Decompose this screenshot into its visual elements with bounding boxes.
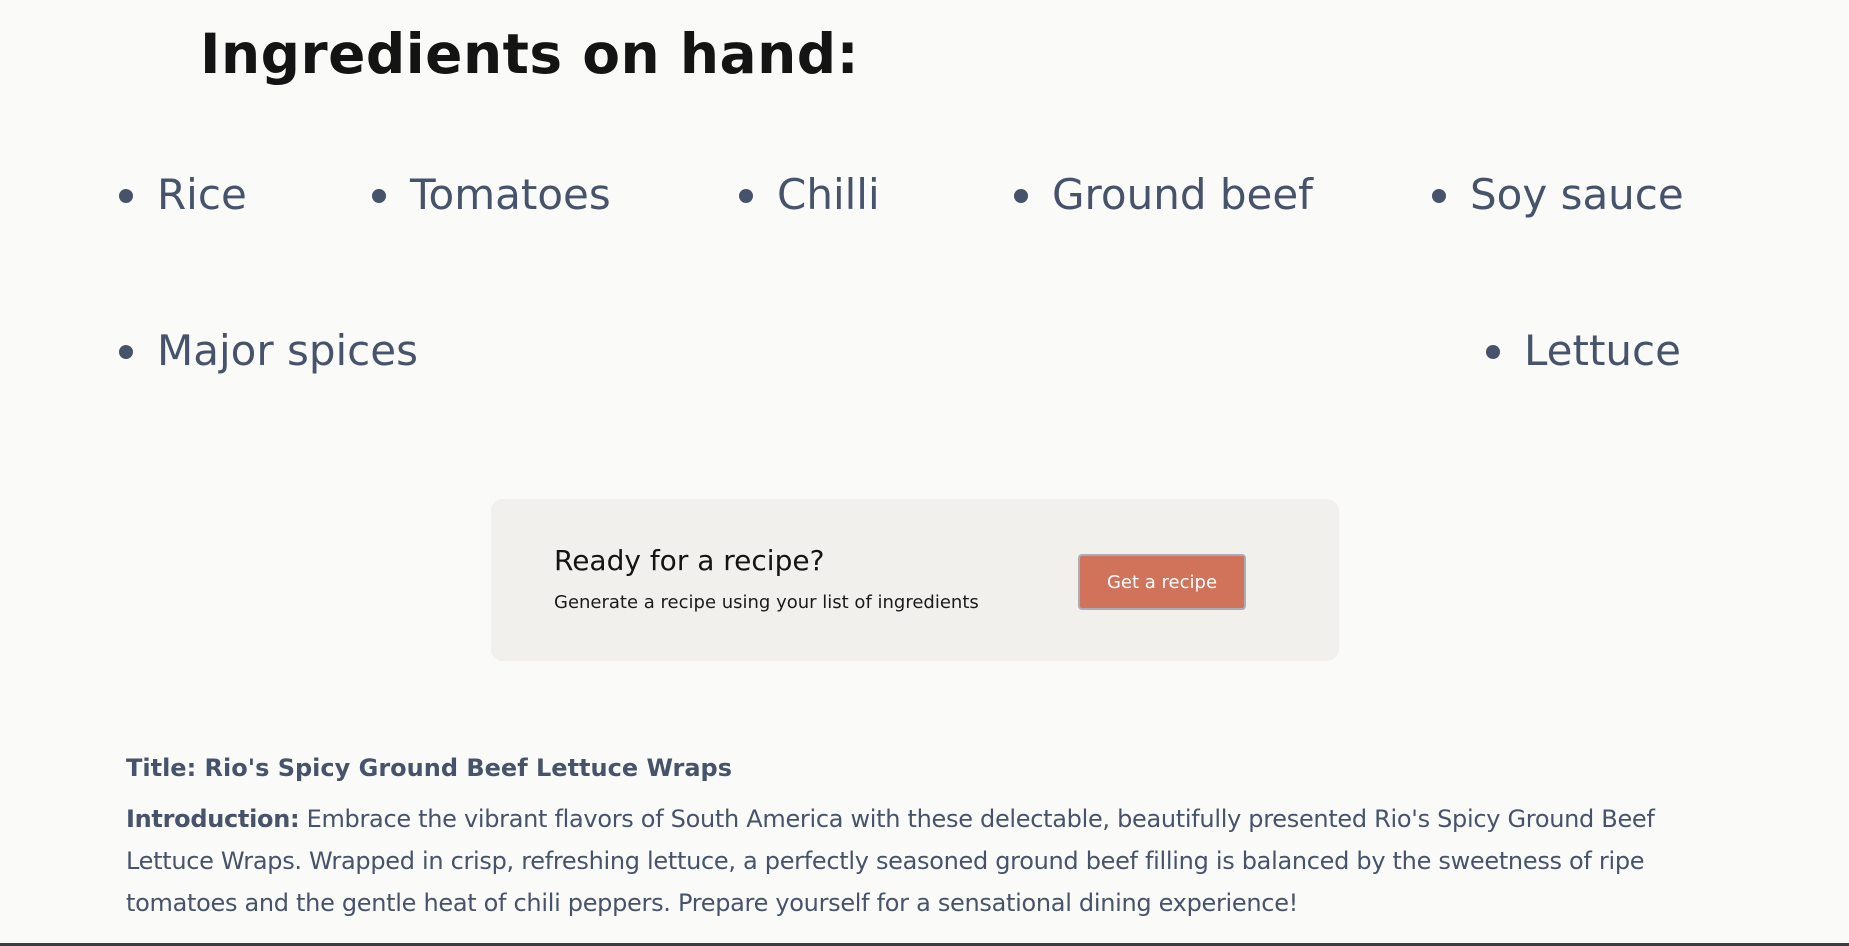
ingredient-item: Major spices: [119, 330, 418, 372]
bullet-icon: [372, 189, 386, 203]
ingredient-label: Rice: [157, 170, 247, 219]
ingredient-label: Soy sauce: [1470, 170, 1684, 219]
ingredient-label: Major spices: [157, 326, 418, 375]
bullet-icon: [119, 189, 133, 203]
cta-subtitle: Generate a recipe using your list of ing…: [554, 592, 979, 613]
page-title: Ingredients on hand:: [200, 22, 860, 86]
ingredient-item: Chilli: [739, 174, 880, 216]
get-recipe-button[interactable]: Get a recipe: [1078, 554, 1246, 610]
ingredient-item: Lettuce: [1486, 330, 1681, 372]
bullet-icon: [1486, 345, 1500, 359]
recipe-title: Title: Rio's Spicy Ground Beef Lettuce W…: [126, 754, 733, 782]
ingredient-label: Tomatoes: [410, 170, 611, 219]
bullet-icon: [119, 345, 133, 359]
bullet-icon: [1014, 189, 1028, 203]
cta-title: Ready for a recipe?: [554, 544, 825, 577]
recipe-introduction: Introduction: Embrace the vibrant flavor…: [126, 798, 1726, 924]
ingredient-item: Soy sauce: [1432, 174, 1684, 216]
ingredient-label: Chilli: [777, 170, 880, 219]
bullet-icon: [739, 189, 753, 203]
introduction-label: Introduction:: [126, 805, 300, 833]
ingredient-label: Lettuce: [1524, 326, 1681, 375]
ingredient-item: Rice: [119, 174, 247, 216]
recipe-cta-card: Ready for a recipe? Generate a recipe us…: [491, 499, 1339, 661]
ingredient-item: Ground beef: [1014, 174, 1313, 216]
ingredient-item: Tomatoes: [372, 174, 611, 216]
introduction-text: Embrace the vibrant flavors of South Ame…: [126, 805, 1655, 917]
bullet-icon: [1432, 189, 1446, 203]
recipe-output: Title: Rio's Spicy Ground Beef Lettuce W…: [126, 754, 1726, 924]
ingredient-label: Ground beef: [1052, 170, 1313, 219]
